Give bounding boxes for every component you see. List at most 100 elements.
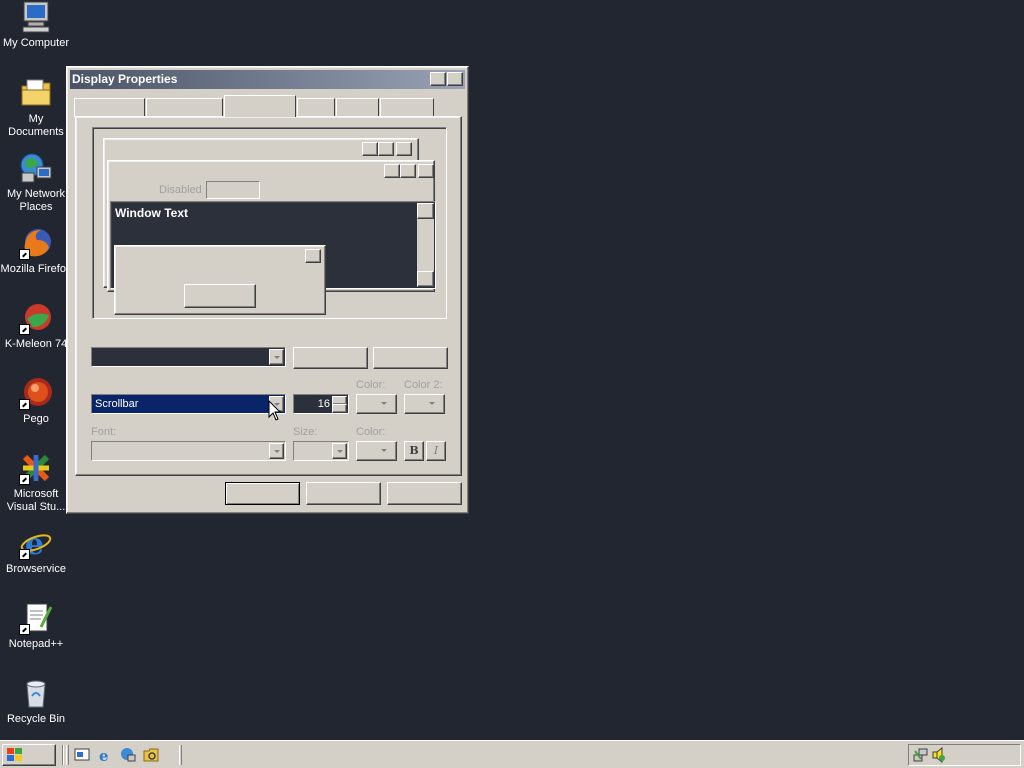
desktop-icon-label: K-Meleon 74	[4, 338, 68, 350]
desktop-icon-recycle-bin[interactable]: Recycle Bin	[0, 676, 72, 726]
preview-maximize-button	[378, 142, 394, 156]
taskbar: e	[0, 740, 1024, 768]
desktop-icon-label: My Computer	[2, 37, 70, 49]
italic-button[interactable]: I	[426, 441, 446, 461]
scroll-up-button	[417, 203, 434, 219]
font-dropdown[interactable]	[91, 441, 286, 461]
desktop-icon-visual-studio[interactable]: Microsoft Visual Stu...	[0, 451, 72, 514]
desktop-icon-my-network-places[interactable]: My Network Places	[0, 151, 72, 214]
font-color-picker[interactable]	[356, 441, 397, 461]
shortcut-arrow-icon	[19, 399, 30, 410]
font-size-label: Size:	[293, 426, 318, 438]
preview-area: Disabled Window Text	[92, 127, 447, 319]
font-size-dropdown[interactable]	[293, 441, 349, 461]
preview-window-text: Window Text	[115, 206, 188, 220]
item-dropdown[interactable]: Scrollbar	[91, 394, 286, 414]
font-label: Font:	[91, 426, 117, 438]
visual-studio-icon	[19, 451, 53, 485]
tab-web[interactable]	[297, 98, 335, 117]
pego-icon	[19, 376, 53, 410]
font-color-label: Color:	[356, 426, 386, 438]
preview-disabled-label: Disabled	[159, 184, 202, 196]
chevron-down-icon[interactable]	[269, 443, 284, 459]
item-size-stepper[interactable]: 16	[293, 394, 349, 414]
windows-logo-icon	[7, 748, 22, 761]
quick-launch-grip[interactable]	[66, 745, 69, 765]
item-color2-label: Color 2:	[404, 379, 443, 391]
desktop-icon-label: Mozilla Firefox	[0, 263, 72, 275]
preview-close-button	[305, 249, 321, 263]
folder-icon	[19, 76, 53, 110]
desktop-icon-label: Notepad++	[8, 638, 64, 650]
preview-message-box	[114, 245, 326, 315]
item-size-value: 16	[317, 398, 330, 410]
item-color-picker[interactable]	[356, 394, 397, 414]
taskbar-separator	[62, 745, 64, 765]
preview-scrollbar	[417, 203, 434, 287]
chevron-down-icon	[377, 396, 392, 412]
desktop-icon-pego[interactable]: Pego	[0, 376, 72, 426]
preview-close-button	[396, 142, 412, 156]
preview-minimize-button	[362, 142, 378, 156]
close-button[interactable]	[447, 72, 463, 86]
desktop-icon-mozilla-firefox[interactable]: Mozilla Firefox	[0, 226, 72, 276]
internet-explorer-icon[interactable]: e	[97, 747, 113, 763]
internet-explorer-icon: e	[19, 526, 53, 562]
item-color2-picker[interactable]	[404, 394, 445, 414]
explorer-icon[interactable]	[143, 747, 159, 763]
desktop-icon-my-computer[interactable]: My Computer	[0, 0, 72, 50]
scroll-down-button	[417, 271, 434, 287]
appearance-panel: Disabled Window Text Color: Color 2: Scr…	[75, 116, 462, 476]
recycle-bin-icon	[19, 676, 53, 710]
desktop-icon-label: Pego	[23, 413, 49, 425]
desktop-icon-my-documents[interactable]: My Documents	[0, 76, 72, 139]
shortcut-arrow-icon	[19, 474, 30, 485]
notepad-plus-plus-icon	[19, 601, 53, 635]
dialog-title: Display Properties	[72, 72, 178, 86]
stepper-down-button[interactable]	[332, 404, 347, 413]
network-places-icon	[19, 151, 53, 185]
dialog-titlebar[interactable]: Display Properties	[70, 70, 465, 89]
k-meleon-icon	[19, 301, 53, 335]
delete-button[interactable]	[373, 347, 448, 369]
preview-minimize-button	[384, 164, 400, 178]
volume-icon[interactable]	[931, 747, 947, 763]
desktop-icon-label: My Network Places	[6, 188, 66, 213]
desktop-icon-label: Microsoft Visual Stu...	[6, 488, 66, 513]
desktop-icon-notepad-plus-plus[interactable]: Notepad++	[0, 601, 72, 651]
shortcut-arrow-icon	[19, 249, 30, 260]
system-tray	[908, 744, 1021, 766]
shortcut-arrow-icon	[19, 324, 30, 335]
desktop-icon-label: Browservice	[6, 563, 66, 575]
network-connection-icon[interactable]	[913, 747, 929, 763]
tab-themes[interactable]	[74, 98, 145, 117]
preview-maximize-button	[400, 164, 416, 178]
save-as-button[interactable]	[293, 347, 368, 369]
cancel-button[interactable]	[306, 482, 381, 505]
shortcut-arrow-icon	[19, 624, 30, 635]
start-button[interactable]	[2, 744, 56, 766]
svg-text:e: e	[99, 747, 109, 763]
tab-appearance[interactable]	[224, 95, 296, 117]
task-area-grip[interactable]	[179, 745, 182, 765]
bold-button[interactable]: B	[404, 441, 424, 461]
apply-button[interactable]	[387, 482, 462, 505]
tab-effects[interactable]	[336, 98, 379, 117]
chevron-down-icon[interactable]	[269, 349, 284, 365]
mouse-cursor-icon	[268, 400, 282, 421]
tab-settings[interactable]	[380, 98, 434, 117]
preview-disabled-field	[206, 181, 260, 199]
help-button[interactable]	[430, 72, 446, 86]
chevron-down-icon	[425, 396, 440, 412]
preview-close-button	[418, 164, 434, 178]
show-desktop-icon[interactable]	[74, 747, 90, 763]
tab-desktop[interactable]	[146, 98, 223, 117]
chevron-down-icon[interactable]	[332, 443, 347, 459]
desktop-icon-label: Recycle Bin	[6, 713, 66, 725]
scheme-dropdown[interactable]	[91, 347, 286, 367]
desktop-icon-k-meleon[interactable]: K-Meleon 74	[0, 301, 72, 351]
network-icon[interactable]	[120, 747, 136, 763]
item-color-label: Color:	[356, 379, 386, 391]
ok-button[interactable]	[225, 482, 300, 505]
desktop-icon-browservice[interactable]: e Browservice	[0, 526, 72, 576]
